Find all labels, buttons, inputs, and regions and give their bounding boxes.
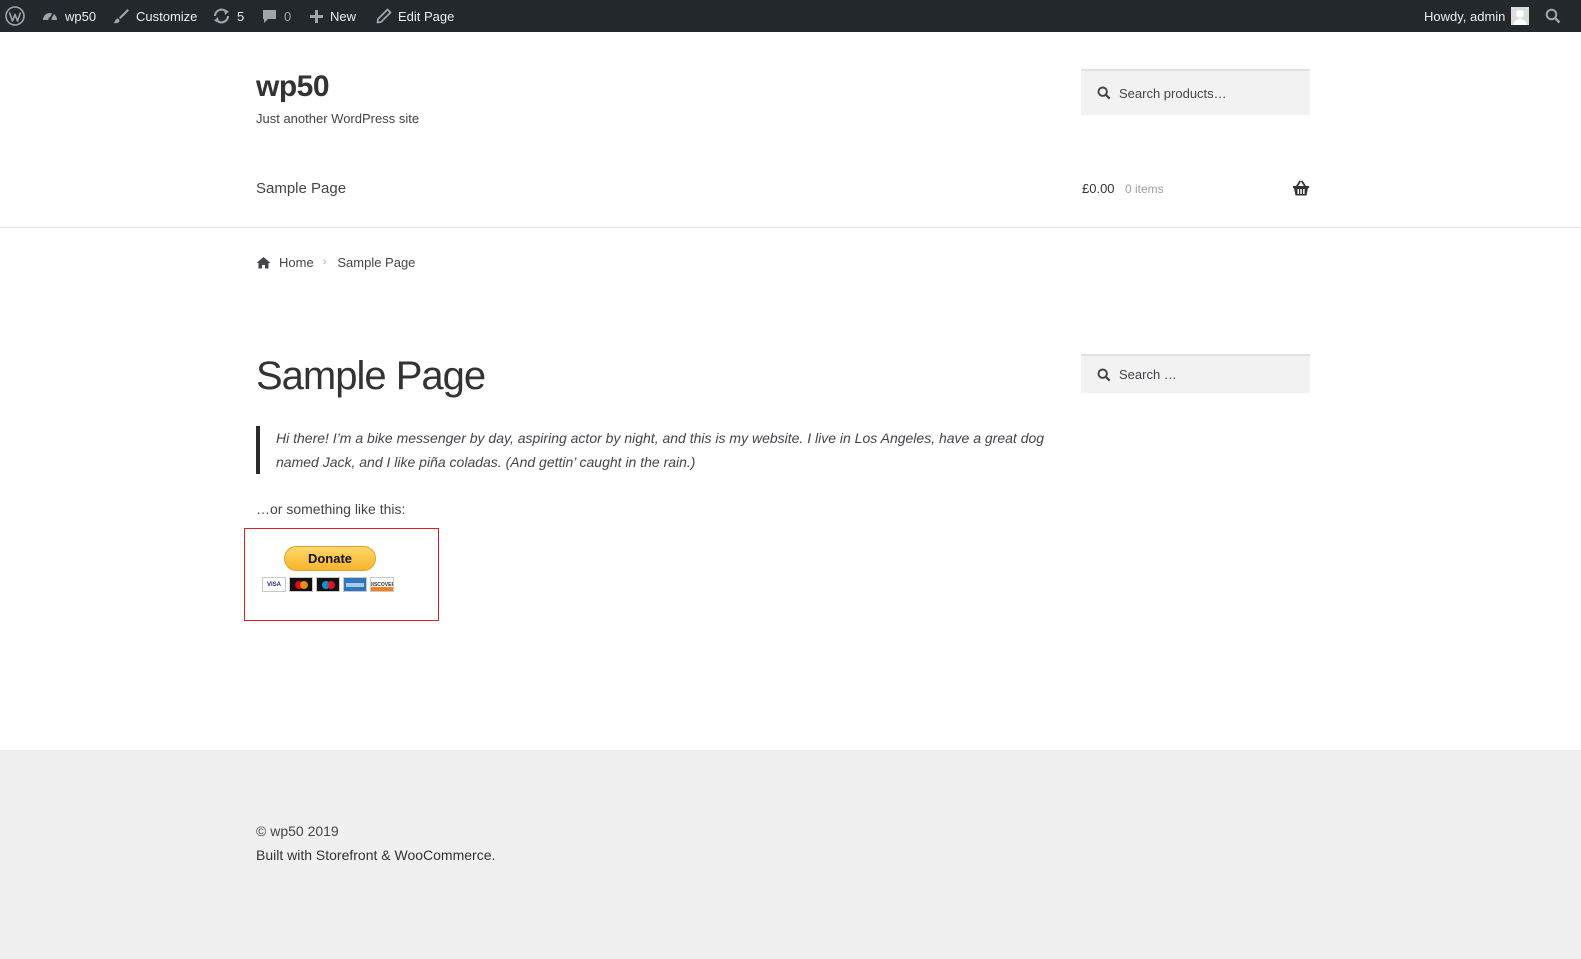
mastercard-card-icon <box>289 577 313 592</box>
donate-button[interactable]: Donate <box>284 546 376 571</box>
edit-page-label: Edit Page <box>398 8 455 24</box>
sidebar-search-field[interactable] <box>1081 354 1310 393</box>
sidebar-search-input[interactable] <box>1119 367 1299 382</box>
product-search-field[interactable] <box>1081 69 1310 115</box>
dashboard-icon <box>43 12 57 21</box>
avatar <box>1511 7 1530 25</box>
admin-search-button[interactable] <box>1545 0 1561 32</box>
site-name-label: wp50 <box>65 8 97 24</box>
edit-page-link[interactable]: Edit Page <box>376 0 454 32</box>
footer-credit-link[interactable]: Built with Storefront & WooCommerce. <box>256 847 495 863</box>
new-label: New <box>330 8 357 24</box>
basket-icon <box>1293 180 1309 196</box>
brush-icon <box>113 9 129 24</box>
wp-logo-button[interactable] <box>5 0 25 32</box>
updates-link[interactable]: 5 <box>212 0 244 32</box>
cart-amount[interactable]: £0.00 <box>1082 181 1115 196</box>
footer-copyright: © wp50 2019 <box>256 823 339 839</box>
breadcrumb: Home › Sample Page <box>256 254 415 270</box>
breadcrumb-home-label: Home <box>279 254 314 270</box>
updates-icon <box>213 8 230 24</box>
site-name-link[interactable]: wp50 <box>41 0 96 32</box>
admin-bar: wp50 Customize 5 0 New Edit Page Howdy, … <box>0 0 1581 32</box>
customize-link[interactable]: Customize <box>112 0 197 32</box>
cart-count[interactable]: 0 items <box>1125 182 1164 196</box>
site-title[interactable]: wp50 <box>256 70 330 104</box>
intro-quote: Hi there! I’m a bike messenger by day, a… <box>256 426 1046 474</box>
search-icon <box>1097 86 1111 100</box>
visa-card-icon: VISA <box>262 577 286 592</box>
wordpress-logo-icon <box>5 6 25 26</box>
home-icon <box>256 256 271 268</box>
breadcrumb-home-link[interactable]: Home <box>256 255 314 270</box>
maestro-card-icon <box>316 577 340 592</box>
customize-label: Customize <box>136 8 198 24</box>
product-search-input[interactable] <box>1119 85 1299 101</box>
search-icon <box>1545 8 1561 24</box>
site-footer: © wp50 2019 Built with Storefront & WooC… <box>0 750 1581 959</box>
new-content-link[interactable]: New <box>309 0 356 32</box>
comments-count: 0 <box>284 8 292 24</box>
site-tagline: Just another WordPress site <box>256 111 420 126</box>
plus-icon <box>310 9 323 23</box>
my-account-link[interactable]: Howdy, admin <box>1424 0 1530 32</box>
cart-button[interactable] <box>1292 180 1310 202</box>
nav-item-sample-page[interactable]: Sample Page <box>256 180 346 197</box>
chevron-right-icon: › <box>322 256 327 268</box>
comment-icon <box>263 9 276 23</box>
donate-widget: Donate VISA DISCOVER <box>244 528 439 621</box>
search-icon <box>1097 368 1111 381</box>
content-paragraph: …or something like this: <box>256 501 406 517</box>
header-divider <box>0 227 1581 228</box>
page-title: Sample Page <box>256 354 486 398</box>
breadcrumb-current: Sample Page <box>337 254 416 270</box>
comments-link[interactable]: 0 <box>261 0 291 32</box>
discover-card-icon: DISCOVER <box>370 577 394 592</box>
payment-cards: VISA DISCOVER <box>262 577 394 592</box>
greeting-label: Howdy, admin <box>1424 8 1506 24</box>
pencil-icon <box>376 8 392 24</box>
amex-card-icon <box>343 577 367 592</box>
updates-count: 5 <box>237 8 245 24</box>
